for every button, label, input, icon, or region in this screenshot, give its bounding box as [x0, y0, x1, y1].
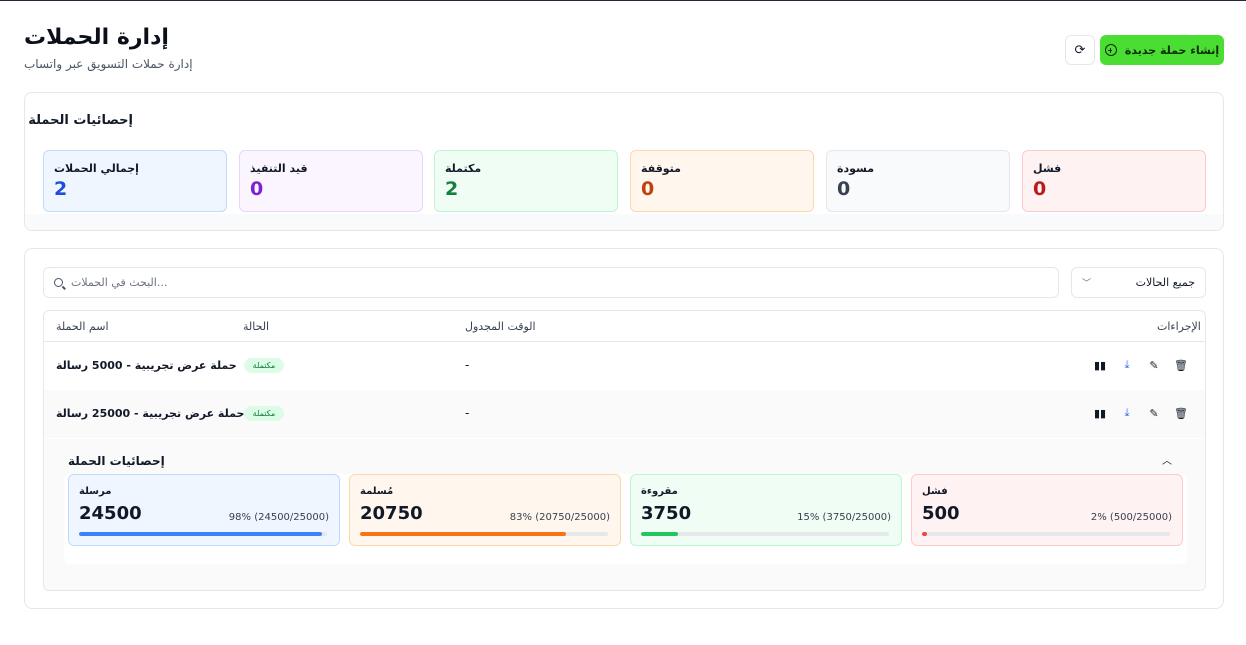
status-filter-select[interactable]: جميع الحالات ﹀ — [1071, 267, 1206, 298]
metric-percent: 2% (500/25000) — [1090, 512, 1172, 523]
stat-label: مكتملة — [445, 162, 482, 175]
metric-percent: 83% (20750/25000) — [509, 512, 610, 523]
metric-box: مقروءة 3750 15% (3750/25000) — [630, 474, 902, 546]
metric-box: مرسلة 24500 98% (24500/25000) — [68, 474, 340, 546]
download-icon[interactable]: ⤓ — [1120, 406, 1134, 420]
campaigns-page: إدارة الحملات إدارة حملات التسويق عبر وا… — [24, 1, 1224, 645]
metric-value: 24500 — [79, 503, 142, 524]
create-campaign-label: إنشاء حملة جديدة — [1124, 43, 1220, 57]
edit-icon[interactable]: ✎ — [1147, 406, 1161, 420]
edit-icon[interactable]: ✎ — [1147, 358, 1161, 372]
progress-bar — [922, 532, 1170, 536]
stat-label: قيد التنفيذ — [250, 162, 308, 175]
search-placeholder: البحث في الحملات... — [71, 276, 168, 289]
metric-label: مقروءة — [641, 486, 678, 497]
column-header-scheduled: الوقت المجدول — [465, 320, 536, 333]
campaign-metrics: مرسلة 24500 98% (24500/25000) مُسلمة 20750 83… — [64, 474, 1187, 564]
metric-label: فشل — [922, 486, 948, 497]
stat-box: مكتملة 2 — [434, 150, 618, 212]
column-header-name: اسم الحملة — [56, 320, 109, 333]
stat-label: فشل — [1033, 162, 1062, 175]
stat-value: 0 — [250, 178, 264, 200]
chevron-up-icon[interactable]: ︿ — [1162, 452, 1172, 467]
metric-percent: 98% (24500/25000) — [228, 512, 329, 523]
stat-label: مسودة — [837, 162, 875, 175]
metric-box: فشل 500 2% (500/25000) — [911, 474, 1183, 546]
status-filter-value: جميع الحالات — [1135, 276, 1195, 289]
stat-box: مسودة 0 — [826, 150, 1010, 212]
stat-box: فشل 0 — [1022, 150, 1206, 212]
progress-fill — [360, 532, 566, 536]
status-badge: مكتملة — [244, 406, 284, 421]
metric-value: 3750 — [641, 503, 692, 524]
campaigns-table-card: البحث في الحملات... جميع الحالات ﹀ اسم ا… — [24, 248, 1224, 609]
metric-box: مُسلمة 20750 83% (20750/25000) — [349, 474, 621, 546]
progress-fill — [641, 532, 679, 536]
trash-icon[interactable]: 🗑 — [1174, 358, 1188, 372]
stat-label: إجمالي الحملات — [54, 162, 139, 175]
metric-value: 20750 — [360, 503, 423, 524]
metric-label: مُسلمة — [360, 486, 394, 497]
create-campaign-button[interactable]: إنشاء حملة جديدة — [1100, 35, 1224, 65]
progress-fill — [922, 532, 927, 536]
search-input[interactable]: البحث في الحملات... — [43, 267, 1059, 298]
page-subtitle: إدارة حملات التسويق عبر واتساب — [24, 57, 193, 71]
stat-box: إجمالي الحملات 2 — [43, 150, 227, 212]
campaign-stats-title: إحصائيات الحملة — [68, 454, 165, 468]
overview-stats-card: إحصائيات الحملة إجمالي الحملات 2 قيد التنف… — [24, 92, 1224, 231]
column-header-status: الحالة — [243, 320, 270, 333]
stat-value: 2 — [445, 178, 459, 200]
card-footer-band — [25, 214, 1223, 230]
stat-value: 0 — [837, 178, 851, 200]
metric-value: 500 — [922, 503, 960, 524]
page-title: إدارة الحملات — [24, 25, 169, 50]
stat-value: 0 — [1033, 178, 1047, 200]
progress-fill — [79, 532, 323, 536]
stats-icon[interactable]: ▮▮ — [1093, 406, 1107, 420]
progress-bar — [360, 532, 608, 536]
table-row[interactable]: حملة عرض تجريبية - 25000 رسالة مكتملة - … — [44, 390, 1205, 438]
stat-label: متوقفة — [641, 162, 681, 175]
column-header-actions: الإجراءات — [1157, 320, 1201, 333]
metric-label: مرسلة — [79, 486, 112, 497]
search-icon — [54, 278, 63, 287]
overview-stats-title: إحصائيات الحملة — [28, 113, 133, 128]
trash-icon[interactable]: 🗑 — [1174, 406, 1188, 420]
plus-circle-icon — [1104, 44, 1117, 56]
status-badge: مكتملة — [244, 358, 284, 373]
campaign-stats-panel: إحصائيات الحملة ︿ مرسلة 24500 98% (24500/2… — [44, 439, 1205, 590]
progress-bar — [641, 532, 889, 536]
download-icon[interactable]: ⤓ — [1120, 358, 1134, 372]
stat-value: 2 — [54, 178, 68, 200]
refresh-button[interactable]: ⟳ — [1065, 35, 1095, 65]
stat-value: 0 — [641, 178, 655, 200]
refresh-icon: ⟳ — [1074, 42, 1086, 58]
progress-bar — [79, 532, 327, 536]
stat-box: متوقفة 0 — [630, 150, 814, 212]
stats-icon[interactable]: ▮▮ — [1093, 358, 1107, 372]
scheduled-time: - — [465, 358, 470, 372]
metric-percent: 15% (3750/25000) — [797, 512, 891, 523]
scheduled-time: - — [465, 406, 470, 420]
campaign-name: حملة عرض تجريبية - 5000 رسالة — [56, 359, 237, 372]
campaign-name: حملة عرض تجريبية - 25000 رسالة — [56, 407, 245, 420]
chevron-down-icon: ﹀ — [1082, 279, 1092, 289]
campaigns-table: اسم الحملة الحالة الوقت المجدول الإجراءا… — [43, 310, 1206, 591]
table-row[interactable]: حملة عرض تجريبية - 5000 رسالة مكتملة - ▮… — [44, 342, 1205, 390]
stat-box: قيد التنفيذ 0 — [239, 150, 423, 212]
